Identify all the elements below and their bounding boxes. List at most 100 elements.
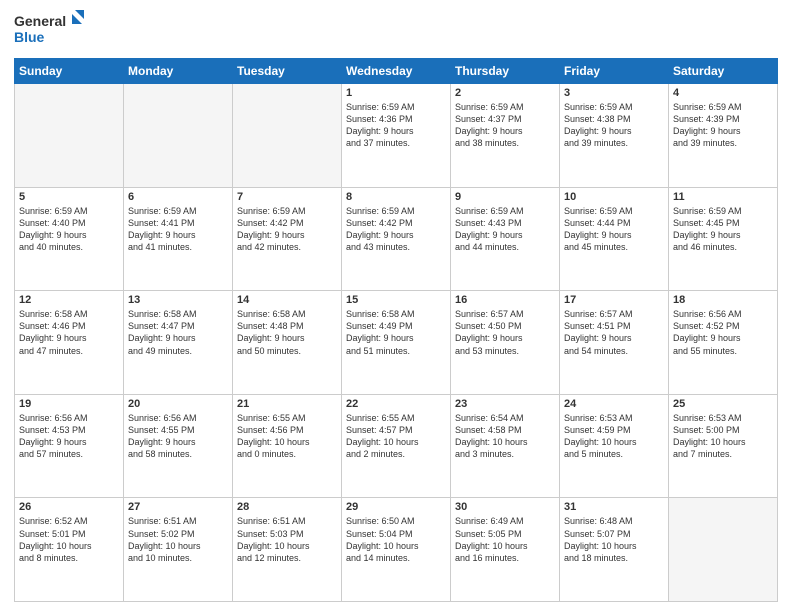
day-number: 22 (346, 398, 446, 410)
day-info: Sunrise: 6:59 AM Sunset: 4:45 PM Dayligh… (673, 205, 773, 254)
day-number: 15 (346, 294, 446, 306)
day-number: 10 (564, 191, 664, 203)
calendar-cell: 17 Sunrise: 6:57 AM Sunset: 4:51 PM Dayli… (560, 291, 669, 395)
day-info: Sunrise: 6:59 AM Sunset: 4:38 PM Dayligh… (564, 101, 664, 150)
day-info: Sunrise: 6:58 AM Sunset: 4:47 PM Dayligh… (128, 308, 228, 357)
day-number: 24 (564, 398, 664, 410)
day-info: Sunrise: 6:59 AM Sunset: 4:41 PM Dayligh… (128, 205, 228, 254)
calendar-cell (669, 498, 778, 602)
day-info: Sunrise: 6:56 AM Sunset: 4:52 PM Dayligh… (673, 308, 773, 357)
day-number: 30 (455, 501, 555, 513)
day-number: 8 (346, 191, 446, 203)
calendar-cell: 31Sunrise: 6:48 AM Sunset: 5:07 PM Dayli… (560, 498, 669, 602)
day-number: 4 (673, 87, 773, 99)
calendar-cell: 22Sunrise: 6:55 AM Sunset: 4:57 PM Dayli… (342, 394, 451, 498)
calendar-cell: 24Sunrise: 6:53 AM Sunset: 4:59 PM Dayli… (560, 394, 669, 498)
day-number: 16 (455, 294, 555, 306)
day-info: Sunrise: 6:52 AM Sunset: 5:01 PM Dayligh… (19, 515, 119, 564)
svg-text:Blue: Blue (14, 29, 45, 45)
calendar-table: SundayMondayTuesdayWednesdayThursdayFrid… (14, 58, 778, 602)
calendar-cell: 30 Sunrise: 6:49 AM Sunset: 5:05 PM Dayli… (451, 498, 560, 602)
day-info: Sunrise: 6:51 AM Sunset: 5:03 PM Dayligh… (237, 515, 337, 564)
header: General Blue (14, 10, 778, 50)
logo: General Blue (14, 10, 84, 50)
weekday-header: Wednesday (342, 59, 451, 84)
calendar-cell: 1 Sunrise: 6:59 AM Sunset: 4:36 PM Daylig… (342, 84, 451, 188)
day-info: Sunrise: 6:59 AM Sunset: 4:39 PM Dayligh… (673, 101, 773, 150)
day-number: 23 (455, 398, 555, 410)
day-info: Sunrise: 6:57 AM Sunset: 4:51 PM Dayligh… (564, 308, 664, 357)
day-number: 6 (128, 191, 228, 203)
weekday-header: Friday (560, 59, 669, 84)
day-number: 28 (237, 501, 337, 513)
day-info: Sunrise: 6:59 AM Sunset: 4:44 PM Dayligh… (564, 205, 664, 254)
calendar-cell: 5Sunrise: 6:59 AM Sunset: 4:40 PM Daylig… (15, 187, 124, 291)
day-info: Sunrise: 6:53 AM Sunset: 5:00 PM Dayligh… (673, 412, 773, 461)
day-number: 18 (673, 294, 773, 306)
day-info: Sunrise: 6:59 AM Sunset: 4:43 PM Dayligh… (455, 205, 555, 254)
page: General Blue SundayMondayTuesdayWednesda… (0, 0, 792, 612)
day-number: 29 (346, 501, 446, 513)
calendar-cell: 10 Sunrise: 6:59 AM Sunset: 4:44 PM Dayli… (560, 187, 669, 291)
day-number: 2 (455, 87, 555, 99)
day-number: 19 (19, 398, 119, 410)
day-info: Sunrise: 6:59 AM Sunset: 4:36 PM Dayligh… (346, 101, 446, 150)
calendar-cell: 11Sunrise: 6:59 AM Sunset: 4:45 PM Dayli… (669, 187, 778, 291)
day-number: 1 (346, 87, 446, 99)
day-info: Sunrise: 6:59 AM Sunset: 4:42 PM Dayligh… (346, 205, 446, 254)
calendar-week-row: 1 Sunrise: 6:59 AM Sunset: 4:36 PM Daylig… (15, 84, 778, 188)
day-number: 17 (564, 294, 664, 306)
calendar-cell: 29Sunrise: 6:50 AM Sunset: 5:04 PM Dayli… (342, 498, 451, 602)
day-info: Sunrise: 6:59 AM Sunset: 4:42 PM Dayligh… (237, 205, 337, 254)
calendar-cell: 25 Sunrise: 6:53 AM Sunset: 5:00 PM Dayli… (669, 394, 778, 498)
weekday-header: Tuesday (233, 59, 342, 84)
calendar-week-row: 12Sunrise: 6:58 AM Sunset: 4:46 PM Dayli… (15, 291, 778, 395)
calendar-cell (233, 84, 342, 188)
calendar-week-row: 5Sunrise: 6:59 AM Sunset: 4:40 PM Daylig… (15, 187, 778, 291)
svg-text:General: General (14, 13, 66, 29)
calendar-cell: 15Sunrise: 6:58 AM Sunset: 4:49 PM Dayli… (342, 291, 451, 395)
calendar-cell: 8 Sunrise: 6:59 AM Sunset: 4:42 PM Daylig… (342, 187, 451, 291)
calendar-cell: 12Sunrise: 6:58 AM Sunset: 4:46 PM Dayli… (15, 291, 124, 395)
calendar-week-row: 26 Sunrise: 6:52 AM Sunset: 5:01 PM Dayli… (15, 498, 778, 602)
day-info: Sunrise: 6:57 AM Sunset: 4:50 PM Dayligh… (455, 308, 555, 357)
day-number: 3 (564, 87, 664, 99)
weekday-header: Thursday (451, 59, 560, 84)
calendar-cell: 13Sunrise: 6:58 AM Sunset: 4:47 PM Dayli… (124, 291, 233, 395)
day-number: 14 (237, 294, 337, 306)
day-number: 25 (673, 398, 773, 410)
calendar-cell: 9 Sunrise: 6:59 AM Sunset: 4:43 PM Daylig… (451, 187, 560, 291)
calendar-cell: 20 Sunrise: 6:56 AM Sunset: 4:55 PM Dayli… (124, 394, 233, 498)
calendar-cell (124, 84, 233, 188)
calendar-cell: 27 Sunrise: 6:51 AM Sunset: 5:02 PM Dayli… (124, 498, 233, 602)
calendar-cell: 19Sunrise: 6:56 AM Sunset: 4:53 PM Dayli… (15, 394, 124, 498)
day-number: 26 (19, 501, 119, 513)
calendar-cell: 23 Sunrise: 6:54 AM Sunset: 4:58 PM Dayli… (451, 394, 560, 498)
calendar-cell: 21 Sunrise: 6:55 AM Sunset: 4:56 PM Dayli… (233, 394, 342, 498)
calendar-cell: 14Sunrise: 6:58 AM Sunset: 4:48 PM Dayli… (233, 291, 342, 395)
calendar-cell: 2Sunrise: 6:59 AM Sunset: 4:37 PM Daylig… (451, 84, 560, 188)
calendar-cell: 16 Sunrise: 6:57 AM Sunset: 4:50 PM Dayli… (451, 291, 560, 395)
calendar-cell: 18 Sunrise: 6:56 AM Sunset: 4:52 PM Dayli… (669, 291, 778, 395)
day-number: 7 (237, 191, 337, 203)
day-info: Sunrise: 6:54 AM Sunset: 4:58 PM Dayligh… (455, 412, 555, 461)
day-number: 9 (455, 191, 555, 203)
day-info: Sunrise: 6:58 AM Sunset: 4:46 PM Dayligh… (19, 308, 119, 357)
weekday-header: Monday (124, 59, 233, 84)
day-number: 27 (128, 501, 228, 513)
day-info: Sunrise: 6:59 AM Sunset: 4:40 PM Dayligh… (19, 205, 119, 254)
calendar-cell: 3 Sunrise: 6:59 AM Sunset: 4:38 PM Daylig… (560, 84, 669, 188)
calendar-header-row: SundayMondayTuesdayWednesdayThursdayFrid… (15, 59, 778, 84)
calendar-cell: 26 Sunrise: 6:52 AM Sunset: 5:01 PM Dayli… (15, 498, 124, 602)
day-info: Sunrise: 6:48 AM Sunset: 5:07 PM Dayligh… (564, 515, 664, 564)
day-number: 21 (237, 398, 337, 410)
day-info: Sunrise: 6:51 AM Sunset: 5:02 PM Dayligh… (128, 515, 228, 564)
weekday-header: Saturday (669, 59, 778, 84)
day-info: Sunrise: 6:55 AM Sunset: 4:56 PM Dayligh… (237, 412, 337, 461)
day-number: 20 (128, 398, 228, 410)
calendar-cell (15, 84, 124, 188)
calendar-cell: 4 Sunrise: 6:59 AM Sunset: 4:39 PM Daylig… (669, 84, 778, 188)
day-info: Sunrise: 6:49 AM Sunset: 5:05 PM Dayligh… (455, 515, 555, 564)
calendar-cell: 6 Sunrise: 6:59 AM Sunset: 4:41 PM Daylig… (124, 187, 233, 291)
day-info: Sunrise: 6:56 AM Sunset: 4:55 PM Dayligh… (128, 412, 228, 461)
